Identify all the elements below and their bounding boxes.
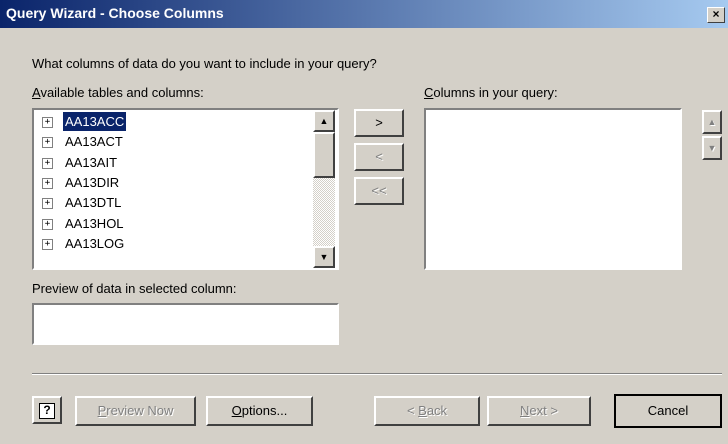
move-up-button[interactable]: ▲: [702, 110, 722, 134]
query-columns-label-accesskey: C: [424, 85, 434, 100]
back-rest: ack: [426, 403, 448, 418]
list-item-label: AA13HOL: [65, 215, 124, 231]
remove-column-button[interactable]: <: [354, 143, 404, 171]
available-tables-label: Available tables and columns:: [32, 85, 204, 100]
query-columns-label-rest: olumns in your query:: [433, 85, 558, 100]
back-accesskey: B: [418, 403, 427, 418]
preview-field[interactable]: [32, 303, 339, 345]
expand-icon[interactable]: +: [42, 177, 53, 189]
list-item[interactable]: + AA13AIT: [42, 153, 119, 172]
help-button[interactable]: ?: [32, 396, 62, 424]
expand-icon[interactable]: +: [42, 117, 53, 129]
scroll-up-button[interactable]: ▲: [313, 110, 335, 132]
next-accesskey: N: [520, 403, 530, 418]
list-item-label: AA13ACC: [61, 111, 128, 132]
cancel-button[interactable]: Cancel: [614, 394, 722, 428]
options-button[interactable]: Options...: [206, 396, 313, 426]
next-button[interactable]: Next >: [487, 396, 591, 426]
prompt-text: What columns of data do you want to incl…: [32, 56, 377, 71]
preview-now-rest: review Now: [106, 403, 174, 418]
list-item[interactable]: + AA13LOG: [42, 234, 126, 253]
query-columns-list[interactable]: [424, 108, 682, 270]
scroll-thumb[interactable]: [313, 132, 335, 178]
scroll-down-button[interactable]: ▼: [313, 246, 335, 268]
list-item[interactable]: + AA13ACC: [42, 111, 128, 132]
list-item-label: AA13AIT: [65, 154, 118, 170]
remove-all-columns-button[interactable]: <<: [354, 177, 404, 205]
options-accesskey: O: [231, 403, 242, 418]
separator-highlight: [32, 374, 722, 375]
back-lead: <: [406, 403, 419, 418]
list-item[interactable]: + AA13DTL: [42, 193, 123, 212]
help-icon: ?: [39, 403, 55, 419]
close-button[interactable]: ×: [707, 7, 725, 23]
list-item-label: AA13DIR: [65, 174, 120, 190]
next-rest: ext >: [529, 403, 558, 418]
expand-icon[interactable]: +: [42, 218, 53, 230]
window-title: Query Wizard - Choose Columns: [6, 5, 224, 21]
list-item[interactable]: + AA13DIR: [42, 173, 121, 192]
available-tables-list[interactable]: + AA13ACC + AA13ACT + AA13AIT + AA13DIR + AA13DTL…: [32, 108, 339, 270]
expand-icon[interactable]: +: [42, 198, 53, 210]
preview-now-accesskey: P: [97, 403, 107, 418]
add-column-button[interactable]: >: [354, 109, 404, 137]
list-item[interactable]: + AA13HOL: [42, 214, 126, 233]
list-item-label: AA13LOG: [65, 235, 125, 251]
expand-icon[interactable]: +: [42, 157, 53, 169]
back-button[interactable]: < Back: [374, 396, 480, 426]
list-item[interactable]: + AA13ACT: [42, 132, 125, 151]
preview-now-button[interactable]: Preview Now: [75, 396, 196, 426]
available-tables-label-rest: vailable tables and columns:: [40, 85, 204, 100]
options-rest: ptions...: [241, 403, 288, 418]
move-down-button[interactable]: ▼: [702, 136, 722, 160]
preview-label: Preview of data in selected column:: [32, 281, 237, 296]
expand-icon[interactable]: +: [42, 137, 53, 149]
expand-icon[interactable]: +: [42, 238, 53, 250]
query-columns-label: Columns in your query:: [424, 85, 558, 100]
list-item-label: AA13DTL: [65, 195, 122, 211]
list-item-label: AA13ACT: [65, 134, 123, 150]
